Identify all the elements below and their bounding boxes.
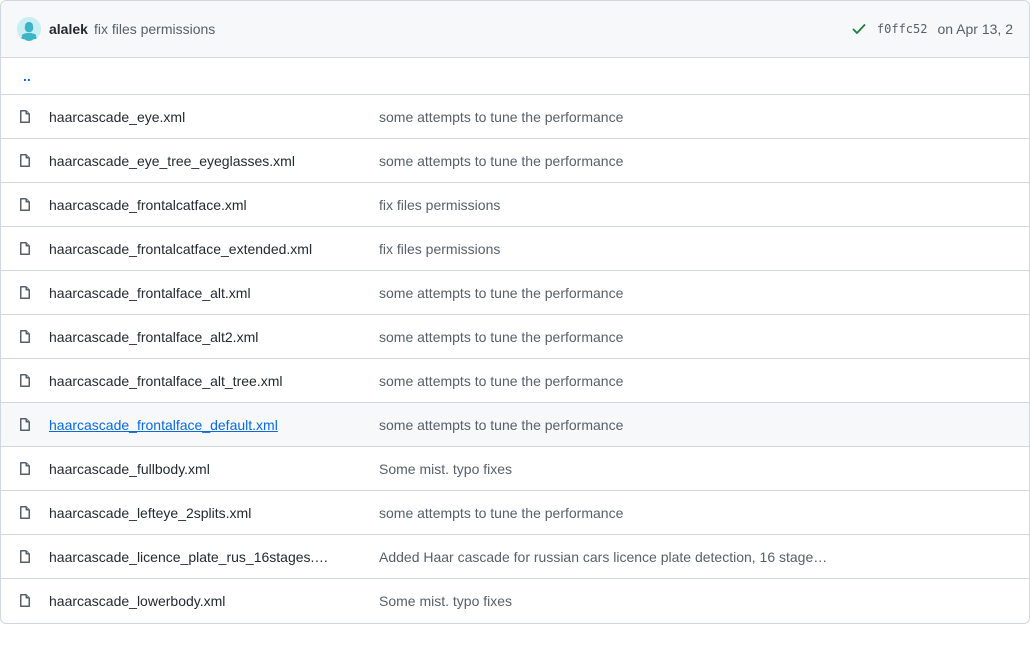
commit-message[interactable]: Added Haar cascade for russian cars lice… bbox=[379, 549, 1013, 565]
file-name[interactable]: haarcascade_frontalface_default.xml bbox=[49, 417, 379, 433]
commit-message[interactable]: some attempts to tune the performance bbox=[379, 109, 1013, 125]
file-name[interactable]: haarcascade_frontalface_alt_tree.xml bbox=[49, 373, 379, 389]
file-name[interactable]: haarcascade_eye.xml bbox=[49, 109, 379, 125]
file-row[interactable]: haarcascade_frontalcatface.xmlfix files … bbox=[1, 183, 1029, 227]
file-row[interactable]: haarcascade_eye.xmlsome attempts to tune… bbox=[1, 95, 1029, 139]
file-name[interactable]: haarcascade_fullbody.xml bbox=[49, 461, 379, 477]
commit-message[interactable]: Some mist. typo fixes bbox=[379, 593, 1013, 609]
parent-dir-row[interactable]: .. bbox=[1, 58, 1029, 95]
commit-message[interactable]: some attempts to tune the performance bbox=[379, 373, 1013, 389]
commit-message[interactable]: some attempts to tune the performance bbox=[379, 329, 1013, 345]
file-row[interactable]: haarcascade_fullbody.xmlSome mist. typo … bbox=[1, 447, 1029, 491]
commit-message[interactable]: some attempts to tune the performance bbox=[379, 505, 1013, 521]
file-name[interactable]: haarcascade_frontalcatface.xml bbox=[49, 197, 379, 213]
file-name[interactable]: haarcascade_lefteye_2splits.xml bbox=[49, 505, 379, 521]
file-icon bbox=[17, 373, 33, 389]
parent-dir-link[interactable]: .. bbox=[17, 68, 31, 84]
commit-sha[interactable]: f0ffc52 bbox=[877, 22, 928, 36]
file-row[interactable]: haarcascade_frontalface_default.xmlsome … bbox=[1, 403, 1029, 447]
file-icon bbox=[17, 109, 33, 125]
commit-title[interactable]: fix files permissions bbox=[94, 21, 215, 37]
commit-message[interactable]: fix files permissions bbox=[379, 197, 1013, 213]
file-name[interactable]: haarcascade_frontalface_alt.xml bbox=[49, 285, 379, 301]
file-icon bbox=[17, 241, 33, 257]
file-icon bbox=[17, 505, 33, 521]
file-row[interactable]: haarcascade_eye_tree_eyeglasses.xmlsome … bbox=[1, 139, 1029, 183]
file-icon bbox=[17, 197, 33, 213]
file-icon bbox=[17, 153, 33, 169]
file-rows: haarcascade_eye.xmlsome attempts to tune… bbox=[1, 95, 1029, 623]
file-icon bbox=[17, 549, 33, 565]
file-row[interactable]: haarcascade_lowerbody.xmlSome mist. typo… bbox=[1, 579, 1029, 623]
commit-message[interactable]: some attempts to tune the performance bbox=[379, 153, 1013, 169]
commit-message[interactable]: fix files permissions bbox=[379, 241, 1013, 257]
file-name[interactable]: haarcascade_lowerbody.xml bbox=[49, 593, 379, 609]
file-icon bbox=[17, 417, 33, 433]
file-name[interactable]: haarcascade_eye_tree_eyeglasses.xml bbox=[49, 153, 379, 169]
file-name[interactable]: haarcascade_licence_plate_rus_16stages.… bbox=[49, 549, 379, 565]
file-name[interactable]: haarcascade_frontalcatface_extended.xml bbox=[49, 241, 379, 257]
file-row[interactable]: haarcascade_frontalface_alt2.xmlsome att… bbox=[1, 315, 1029, 359]
avatar[interactable] bbox=[17, 17, 41, 41]
file-row[interactable]: haarcascade_lefteye_2splits.xmlsome atte… bbox=[1, 491, 1029, 535]
file-icon bbox=[17, 329, 33, 345]
file-name[interactable]: haarcascade_frontalface_alt2.xml bbox=[49, 329, 379, 345]
commit-message[interactable]: some attempts to tune the performance bbox=[379, 285, 1013, 301]
file-icon bbox=[17, 461, 33, 477]
commit-message[interactable]: some attempts to tune the performance bbox=[379, 417, 1013, 433]
file-row[interactable]: haarcascade_frontalface_alt_tree.xmlsome… bbox=[1, 359, 1029, 403]
commit-author[interactable]: alalek bbox=[49, 21, 88, 37]
commit-meta: f0ffc52 on Apr 13, 2 bbox=[851, 21, 1013, 37]
file-list-box: alalek fix files permissions f0ffc52 on … bbox=[0, 0, 1030, 624]
file-row[interactable]: haarcascade_frontalcatface_extended.xmlf… bbox=[1, 227, 1029, 271]
file-icon bbox=[17, 285, 33, 301]
commit-message[interactable]: Some mist. typo fixes bbox=[379, 461, 1013, 477]
commit-date[interactable]: on Apr 13, 2 bbox=[937, 21, 1013, 37]
file-row[interactable]: haarcascade_licence_plate_rus_16stages.…… bbox=[1, 535, 1029, 579]
file-icon bbox=[17, 593, 33, 609]
file-row[interactable]: haarcascade_frontalface_alt.xmlsome atte… bbox=[1, 271, 1029, 315]
commit-header: alalek fix files permissions f0ffc52 on … bbox=[1, 1, 1029, 58]
check-icon[interactable] bbox=[851, 21, 867, 37]
